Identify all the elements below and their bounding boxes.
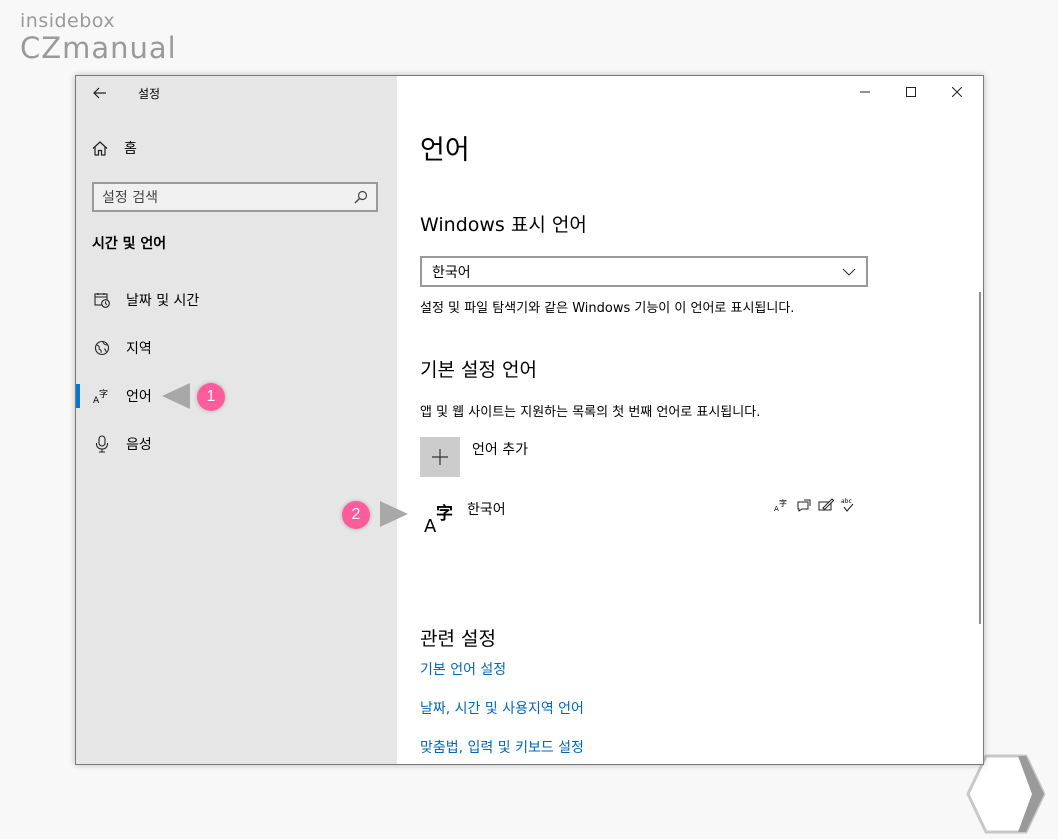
speech-icon — [797, 499, 811, 512]
maximize-icon — [906, 87, 916, 97]
sidebar-item-region[interactable]: 지역 — [76, 328, 397, 368]
back-button[interactable] — [88, 82, 112, 104]
arrow-left-icon — [93, 87, 106, 99]
link-admin-language-settings[interactable]: 기본 언어 설정 — [420, 659, 506, 679]
language-icon: A 字 — [92, 388, 112, 404]
close-button[interactable] — [934, 76, 980, 108]
language-list-item-name[interactable]: 한국어 — [467, 499, 506, 519]
calendar-clock-icon — [92, 292, 112, 308]
sidebar-item-label: 날짜 및 시간 — [126, 293, 200, 309]
sidebar-item-label: 지역 — [126, 341, 152, 357]
add-language-button[interactable] — [420, 437, 460, 477]
preferred-language-heading: 기본 설정 언어 — [420, 359, 537, 381]
sidebar-item-language[interactable]: A 字 언어 — [76, 376, 397, 416]
language-feature-icons: A 字 abc — [774, 497, 856, 513]
plus-icon — [432, 449, 448, 465]
svg-text:字: 字 — [779, 498, 787, 508]
search-icon — [354, 190, 368, 204]
minimize-button[interactable] — [842, 76, 888, 108]
section-title: 시간 및 언어 — [92, 236, 167, 252]
app-title: 설정 — [138, 87, 161, 101]
add-language-label[interactable]: 언어 추가 — [472, 439, 528, 459]
display-language-icon: A 字 — [774, 498, 787, 512]
watermark-line1: insidebox — [20, 10, 116, 32]
microphone-icon — [92, 435, 112, 453]
globe-icon — [92, 340, 112, 356]
page-title: 언어 — [420, 135, 470, 166]
scrollbar[interactable] — [979, 292, 981, 624]
home-label: 홈 — [124, 141, 137, 157]
search-placeholder: 설정 검색 — [102, 190, 158, 206]
related-settings-heading: 관련 설정 — [420, 628, 496, 650]
sidebar-item-label: 음성 — [126, 437, 152, 453]
minimize-icon — [860, 91, 870, 93]
sidebar: 설정 홈 설정 검색 시간 및 언어 날짜 및 시간 지역 A 字 언어 음성 — [76, 76, 397, 764]
home-icon — [92, 140, 108, 156]
maximize-button[interactable] — [888, 76, 934, 108]
chevron-down-icon — [842, 268, 856, 276]
display-language-select[interactable]: 한국어 — [420, 256, 868, 287]
language-icon: A 字 — [424, 503, 453, 536]
handwriting-icon — [818, 498, 834, 511]
sidebar-item-speech[interactable]: 음성 — [76, 424, 397, 464]
sidebar-item-home[interactable]: 홈 — [92, 138, 137, 158]
annotation-arrow-2 — [380, 501, 408, 527]
svg-text:字: 字 — [436, 503, 453, 524]
annotation-arrow-1 — [162, 383, 190, 409]
watermark: insidebox CZmanual — [20, 10, 177, 64]
annotation-badge-1: 1 — [197, 383, 225, 411]
close-icon — [952, 87, 962, 97]
sidebar-item-label: 언어 — [126, 389, 152, 405]
display-language-description: 설정 및 파일 탐색기와 같은 Windows 기능이 이 언어로 표시됩니다. — [420, 301, 795, 316]
preferred-language-description: 앱 및 웹 사이트는 지원하는 목록의 첫 번째 언어로 표시됩니다. — [420, 405, 761, 420]
link-spelling-typing-keyboard[interactable]: 맞춤법, 입력 및 키보드 설정 — [420, 737, 584, 757]
display-language-heading: Windows 표시 언어 — [420, 214, 587, 236]
link-date-time-regional[interactable]: 날짜, 시간 및 사용지역 언어 — [420, 698, 584, 718]
svg-text:字: 字 — [99, 388, 108, 400]
annotation-badge-2: 2 — [342, 501, 370, 529]
watermark-line2: CZmanual — [20, 31, 177, 65]
settings-window: 설정 홈 설정 검색 시간 및 언어 날짜 및 시간 지역 A 字 언어 음성 … — [75, 75, 984, 765]
svg-text:abc: abc — [841, 498, 852, 505]
sidebar-item-date-time[interactable]: 날짜 및 시간 — [76, 280, 397, 320]
spellcheck-icon: abc — [841, 498, 854, 512]
display-language-value: 한국어 — [432, 264, 471, 281]
search-input[interactable]: 설정 검색 — [92, 182, 378, 212]
